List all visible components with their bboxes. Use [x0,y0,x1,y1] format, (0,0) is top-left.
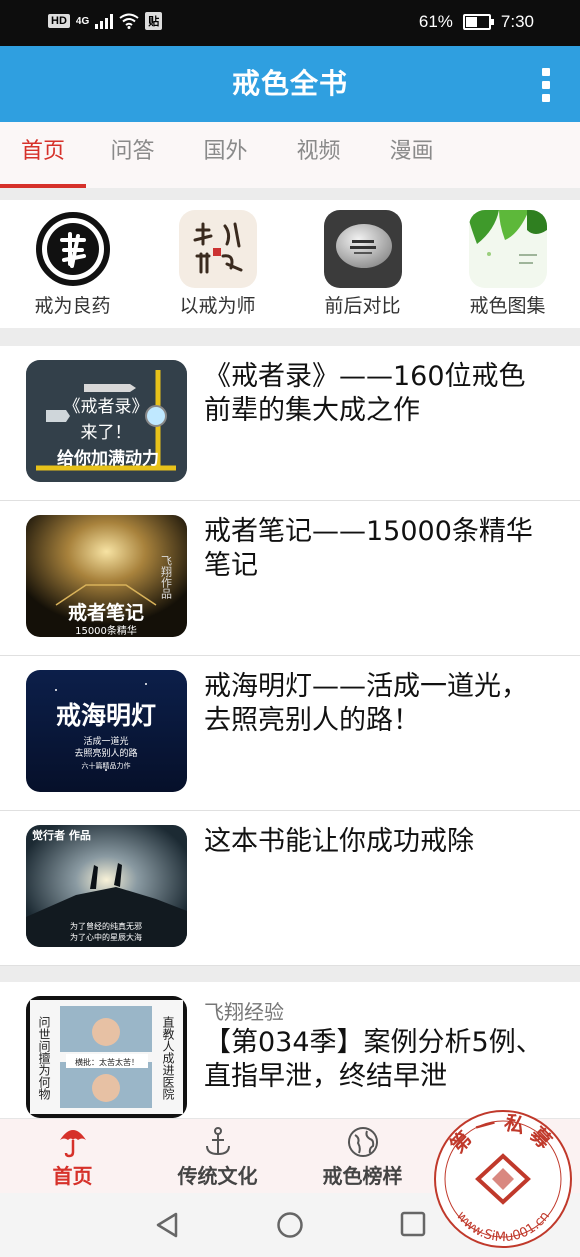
nav-label: 戒色榜样 [322,1164,403,1188]
list-item[interactable]: 戒者笔记 15000条精华 飞翔作品 戒者笔记——15000条精华笔记 [0,501,580,656]
article-source: 飞翔经验 [204,1000,284,1024]
thumb-text: 横批：太苦太苦！ [75,1057,139,1067]
category-label: 前后对比 [324,295,401,317]
article-title: 这本书能让你成功戒除 [204,826,474,857]
nav-label: 传统文化 [177,1164,258,1188]
article-thumbnail: 《戒者录》 来了！ 给你加满动力 [26,360,187,482]
list-item[interactable]: 《戒者录》 来了！ 给你加满动力 《戒者录》——160位戒色前辈的集大成之作 [0,346,580,501]
list-item[interactable]: 戒海明灯 活成一道光 去照亮别人的路 六十篇精品力作 戒海明灯——活成一道光，去… [0,656,580,811]
jie-calligraphy-icon [33,210,112,288]
nav-traditional-culture[interactable]: 传统文化 [145,1119,290,1194]
article-title: 《戒者录》——160位戒色前辈的集大成之作 [204,361,526,426]
category-yi-jie-wei-shi[interactable]: 以戒为师 [145,200,290,328]
category-label: 以戒为师 [179,295,256,317]
anchor-icon [205,1127,230,1156]
tab-qa[interactable]: 问答 [86,122,179,188]
tab-foreign[interactable]: 国外 [179,122,272,188]
thumb-text: 给你加满动力 [57,448,159,469]
umbrella-icon [59,1130,86,1158]
tab-home[interactable]: 首页 [0,122,86,188]
article-thumbnail: 问世间擅为何物 直教人成进医院 横批：太苦太苦！ [26,996,187,1118]
category-gallery[interactable]: 戒色图集 [435,200,580,328]
recents-icon[interactable] [400,1211,426,1237]
hd-badge: HD [48,14,70,28]
category-jie-wei-liang-yao[interactable]: 戒为良药 [0,200,145,328]
article-title: 戒者笔记——15000条精华笔记 [204,516,533,581]
thumb-text: 为了心中的星辰大海 [70,932,142,942]
nav-role-models[interactable]: 戒色榜样 [290,1119,435,1194]
app-title: 戒色全书 [231,67,348,100]
thumb-text: 15000条精华 [75,624,137,637]
thumb-text: 飞翔作品 [160,555,173,599]
thumb-text: 为了曾经的纯真无邪 [70,921,142,931]
list-item[interactable]: 觉行者 作品 为了曾经的纯真无邪 为了心中的星辰大海 这本书能让你成功戒除 [0,811,580,966]
stone-icon [323,210,402,288]
article-title: 戒海明灯——活成一道光，去照亮别人的路！ [204,671,528,736]
thumb-text: 直教人成进医院 [161,1016,175,1100]
leaves-icon [468,210,547,288]
sticker-badge: 贴 [145,12,163,30]
more-options-icon[interactable] [540,68,552,102]
battery-icon [462,14,494,30]
status-bar: HD 4G 贴 61% 7:30 [0,0,580,46]
article-thumbnail: 戒海明灯 活成一道光 去照亮别人的路 六十篇精品力作 [26,670,187,792]
thumb-text: 戒海明灯 [56,701,156,730]
article-thumbnail: 戒者笔记 15000条精华 飞翔作品 [26,515,187,637]
globe-icon [347,1127,378,1157]
battery-percent: 61% [418,12,453,31]
nav-label: 首页 [52,1164,93,1188]
tab-comics[interactable]: 漫画 [365,122,458,188]
signal-icon [95,13,114,29]
thumb-text: 六十篇精品力作 [82,761,131,770]
wifi-icon [119,13,139,29]
category-row: 戒为良药 以戒为师 前后对比 戒色图集 [0,200,580,328]
home-circle-icon[interactable] [276,1211,304,1239]
article-title: 【第034季】案例分析5例、直指早泄，终结早泄 [204,1027,543,1092]
thumb-text: 《戒者录》 [64,397,149,417]
app-bar: 戒色全书 [0,46,580,122]
tab-video[interactable]: 视频 [272,122,365,188]
thumb-text: 问世间擅为何物 [37,1016,51,1100]
category-before-after[interactable]: 前后对比 [290,200,435,328]
top-tabs: 首页 问答 国外 视频 漫画 [0,122,580,188]
thumb-text: 去照亮别人的路 [74,747,137,759]
category-label: 戒为良药 [34,295,111,317]
thumb-text: 觉行者 作品 [32,828,91,842]
network-type: 4G [75,15,90,27]
article-list: 《戒者录》 来了！ 给你加满动力 《戒者录》——160位戒色前辈的集大成之作 戒… [0,346,580,1143]
watermark-stamp: 第一私募 www.SiMu001.cn [432,1108,574,1250]
clock: 7:30 [500,12,534,31]
article-thumbnail: 觉行者 作品 为了曾经的纯真无邪 为了心中的星辰大海 [26,825,187,947]
thumb-text: 活成一道光 [83,735,128,747]
thumb-text: 来了！ [81,423,132,443]
calligraphy-icon [178,210,257,288]
thumb-text: 戒者笔记 [68,601,144,624]
category-label: 戒色图集 [469,295,546,317]
back-icon[interactable] [154,1211,180,1239]
nav-home[interactable]: 首页 [0,1119,145,1194]
